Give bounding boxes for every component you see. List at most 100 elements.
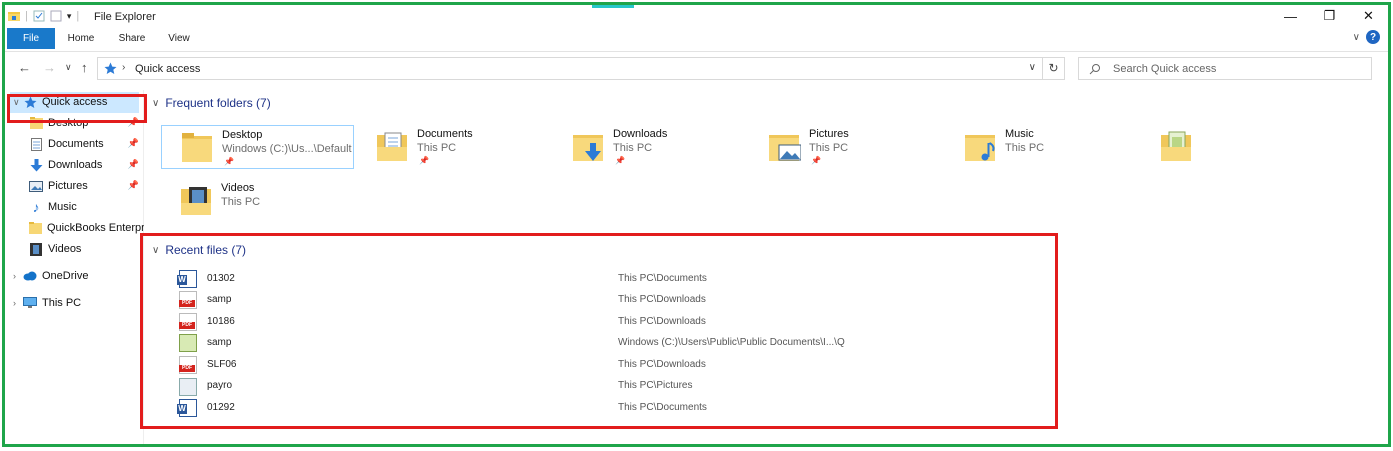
folder-tile-pictures[interactable]: Pictures This PC 📌: [749, 125, 939, 169]
folder-tile-documents[interactable]: Documents This PC 📌: [357, 125, 547, 169]
maximize-button[interactable]: ❐: [1310, 5, 1349, 27]
folder-tile-videos[interactable]: Videos This PC: [161, 179, 351, 223]
star-icon: [104, 62, 117, 74]
folder-location: This PC: [613, 142, 653, 154]
folder-icon: [182, 133, 212, 162]
properties-icon[interactable]: [33, 10, 45, 22]
folder-name: Music: [1005, 128, 1034, 140]
folder-name: Videos: [221, 182, 255, 194]
address-dropdown-icon[interactable]: ∨: [1029, 62, 1036, 73]
refresh-icon[interactable]: ↻: [1042, 58, 1064, 79]
folder-tile-quickbooks[interactable]: [1141, 125, 1331, 169]
sidebar-item-pictures[interactable]: Pictures 📌: [5, 176, 144, 196]
pin-icon: 📌: [127, 138, 139, 148]
back-icon[interactable]: ←: [18, 60, 31, 75]
navigation-bar: ← → ∨ ↑ › Quick access ∨ ↻ Search Quick …: [5, 51, 1388, 81]
folder-tile-music[interactable]: Music This PC: [945, 125, 1135, 169]
pictures-icon: [29, 179, 43, 193]
explorer-window: | ▾ | File Explorer — ❐ ✕ File Home Shar…: [2, 2, 1391, 447]
tab-file[interactable]: File: [7, 28, 55, 49]
search-box[interactable]: Search Quick access: [1078, 57, 1372, 80]
title-bar: | ▾ | File Explorer — ❐ ✕: [5, 5, 1388, 29]
computer-icon: [23, 296, 37, 310]
folder-location: This PC: [1005, 142, 1045, 154]
folder-location: This PC: [417, 142, 457, 154]
minimize-button[interactable]: —: [1271, 5, 1310, 27]
expand-ribbon-icon[interactable]: ∨: [1353, 32, 1360, 43]
download-icon: [29, 158, 43, 172]
folder-location: This PC: [221, 196, 261, 208]
sidebar-item-quickbooks[interactable]: QuickBooks Enterpr: [5, 218, 144, 238]
customize-toolbar-icon[interactable]: ▾: [67, 11, 72, 22]
pin-icon: 📌: [224, 157, 234, 166]
sidebar-item-label: Music: [48, 201, 77, 213]
folder-name: Desktop: [222, 129, 263, 141]
ribbon-right: ∨ ?: [1353, 30, 1380, 44]
pin-icon: 📌: [127, 159, 139, 169]
explorer-app-icon: [8, 12, 20, 21]
pin-icon: 📌: [615, 156, 625, 165]
folder-name: Downloads: [613, 128, 668, 140]
sidebar-item-videos[interactable]: Videos: [5, 239, 144, 259]
music-folder-icon: [965, 135, 995, 161]
folder-name: Documents: [417, 128, 473, 140]
sidebar-item-label: Pictures: [48, 180, 88, 192]
recent-locations-icon[interactable]: ∨: [65, 62, 72, 73]
address-bar[interactable]: › Quick access ∨ ↻: [97, 57, 1065, 80]
spreadsheet-folder-icon: [1161, 131, 1191, 161]
search-icon: [1089, 64, 1100, 75]
pin-icon: 📌: [811, 156, 821, 165]
sidebar-item-label: This PC: [42, 297, 82, 309]
music-icon: ♪: [32, 199, 40, 215]
tab-view[interactable]: View: [166, 28, 192, 49]
sidebar-item-label: Documents: [48, 138, 104, 150]
tab-home[interactable]: Home: [66, 28, 96, 49]
group-title: Frequent folders (7): [165, 96, 271, 110]
folder-location: Windows (C:)\Us...\Default: [222, 143, 352, 155]
help-button[interactable]: ?: [1366, 30, 1380, 44]
up-icon[interactable]: ↑: [81, 60, 88, 75]
expand-chevron-icon[interactable]: ›: [13, 271, 23, 281]
frequent-folders-header[interactable]: ∨ Frequent folders (7): [152, 96, 1382, 110]
tab-share[interactable]: Share: [117, 28, 147, 49]
breadcrumb-quick-access[interactable]: Quick access: [135, 63, 200, 75]
downloads-folder-icon: [573, 135, 603, 161]
close-button[interactable]: ✕: [1349, 5, 1388, 27]
sidebar-item-label: QuickBooks Enterpr: [47, 222, 144, 234]
sidebar-item-downloads[interactable]: Downloads 📌: [5, 155, 144, 175]
sidebar-item-music[interactable]: ♪ Music: [5, 197, 144, 217]
sidebar-item-onedrive[interactable]: › OneDrive: [5, 266, 144, 286]
window-controls: — ❐ ✕: [1271, 5, 1388, 27]
toolbar-divider: |: [76, 10, 80, 22]
quick-access-toolbar: | ▾ |: [8, 10, 79, 22]
sidebar-item-label: Downloads: [48, 159, 103, 171]
search-placeholder: Search Quick access: [1113, 63, 1217, 75]
sidebar-item-documents[interactable]: Documents 📌: [5, 134, 144, 154]
documents-icon: [29, 137, 43, 151]
sidebar-item-this-pc[interactable]: › This PC: [5, 293, 144, 313]
breadcrumb-separator-icon[interactable]: ›: [122, 62, 125, 73]
documents-folder-icon: [377, 132, 407, 161]
new-folder-icon[interactable]: [50, 10, 62, 22]
cloud-icon: [23, 269, 37, 283]
folder-location: This PC: [809, 142, 849, 154]
forward-icon[interactable]: →: [43, 60, 56, 75]
sidebar-item-label: Videos: [48, 243, 82, 255]
expand-chevron-icon[interactable]: ›: [13, 298, 23, 308]
collapse-chevron-icon[interactable]: ∨: [152, 98, 159, 109]
pin-icon: 📌: [127, 180, 139, 190]
quick-access-highlight: [7, 94, 147, 123]
pin-icon: 📌: [419, 156, 429, 165]
folder-name: Pictures: [809, 128, 849, 140]
ribbon-tabs: File Home Share View ∨ ?: [5, 28, 1388, 49]
folder-tile-downloads[interactable]: Downloads This PC 📌: [553, 125, 743, 169]
sidebar-item-label: OneDrive: [42, 270, 89, 282]
window-title: File Explorer: [94, 11, 156, 23]
recent-files-highlight: [140, 233, 1058, 429]
navigation-pane: ∨ Quick access Desktop 📌 Documents 📌 Dow…: [5, 90, 144, 444]
videos-folder-icon: [181, 187, 211, 215]
folder-tile-desktop[interactable]: Desktop Windows (C:)\Us...\Default 📌: [161, 125, 354, 169]
toolbar-divider: |: [25, 10, 28, 22]
videos-icon: [29, 242, 43, 256]
pictures-folder-icon: [769, 135, 801, 161]
